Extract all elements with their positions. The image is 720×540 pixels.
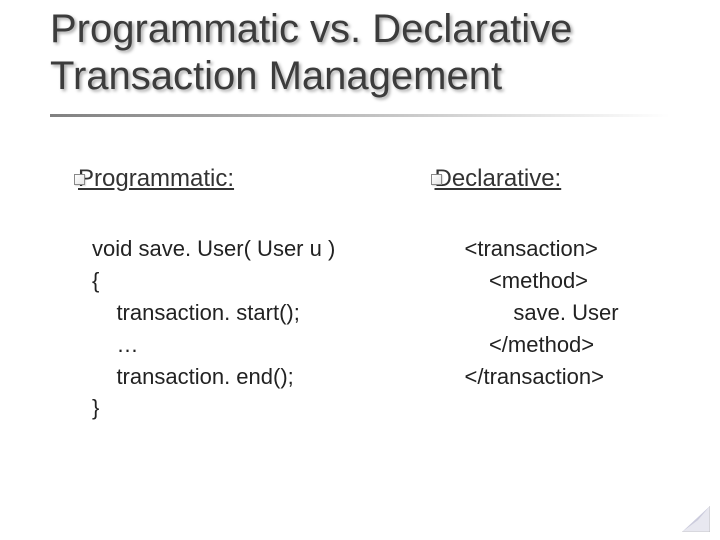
- code-programmatic: void save. User( User u ) { transaction.…: [92, 233, 417, 424]
- content-columns: Programmatic: void save. User( User u ) …: [60, 165, 680, 424]
- heading-programmatic: Programmatic:: [78, 165, 417, 193]
- title-line-2: Transaction Management: [50, 54, 502, 98]
- heading-programmatic-label: Programmatic:: [78, 165, 234, 192]
- bullet-icon: [74, 174, 85, 185]
- title-underline: [50, 114, 670, 117]
- heading-declarative-label: Declarative:: [435, 165, 562, 192]
- slide: Programmatic vs. Declarative Transaction…: [0, 0, 720, 540]
- code-declarative: <transaction> <method> save. User </meth…: [465, 233, 681, 392]
- bullet-icon: [431, 174, 442, 185]
- column-declarative: Declarative: <transaction> <method> save…: [417, 165, 681, 424]
- page-corner-fold-icon: [682, 506, 710, 532]
- slide-title: Programmatic vs. Declarative Transaction…: [50, 6, 690, 100]
- heading-declarative: Declarative:: [435, 165, 681, 193]
- column-programmatic: Programmatic: void save. User( User u ) …: [60, 165, 417, 424]
- title-line-1: Programmatic vs. Declarative: [50, 7, 572, 51]
